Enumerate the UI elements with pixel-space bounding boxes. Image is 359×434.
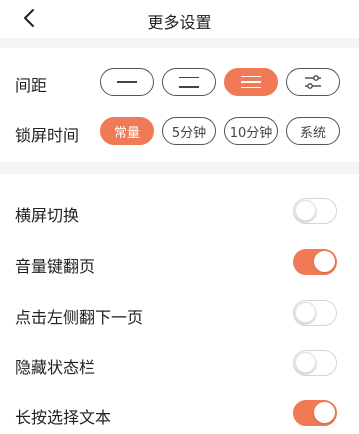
long-press-select-text-toggle[interactable] <box>293 400 337 426</box>
spacing-custom-sliders-icon <box>305 75 321 89</box>
lock-option-10min[interactable]: 10分钟 <box>224 117 278 145</box>
section-divider <box>0 38 359 48</box>
spacing-option-3[interactable] <box>224 68 278 96</box>
volume-key-page-toggle[interactable] <box>293 249 337 275</box>
toggle-label-hide-status: 隐藏状态栏 <box>15 358 96 377</box>
toggle-label-volume-key: 音量键翻页 <box>15 257 96 276</box>
spacing-option-1[interactable] <box>100 68 154 96</box>
spacing-triple-line-icon <box>241 75 261 89</box>
spacing-single-line-icon <box>117 81 137 83</box>
lock-option-label: 5分钟 <box>171 125 207 141</box>
left-tap-next-page-toggle[interactable] <box>293 300 337 326</box>
landscape-switch-toggle[interactable] <box>293 198 337 224</box>
lock-option-label: 常量 <box>113 125 140 141</box>
header-bar: 更多设置 <box>0 0 359 38</box>
section-divider <box>0 162 359 174</box>
toggle-label-landscape: 横屏切换 <box>15 206 80 225</box>
lock-option-5min[interactable]: 5分钟 <box>162 117 216 145</box>
toggle-knob <box>314 402 335 423</box>
hide-status-bar-toggle[interactable] <box>293 350 337 376</box>
screen-lock-label: 锁屏时间 <box>15 126 80 145</box>
toggle-knob <box>295 352 316 373</box>
spacing-double-line-icon <box>179 76 199 88</box>
lock-option-label: 10分钟 <box>229 125 273 141</box>
spacing-option-custom[interactable] <box>286 68 340 96</box>
toggle-knob <box>314 251 335 272</box>
lock-option-system[interactable]: 系统 <box>286 117 340 145</box>
lock-option-constant[interactable]: 常量 <box>100 117 154 145</box>
toggle-knob <box>295 200 316 221</box>
spacing-option-2[interactable] <box>162 68 216 96</box>
toggle-label-left-tap: 点击左侧翻下一页 <box>15 308 144 327</box>
lock-option-label: 系统 <box>299 125 326 141</box>
toggle-label-long-press: 长按选择文本 <box>15 408 112 427</box>
spacing-label: 间距 <box>15 76 48 95</box>
toggle-knob <box>295 302 316 323</box>
page-title: 更多设置 <box>147 13 212 32</box>
